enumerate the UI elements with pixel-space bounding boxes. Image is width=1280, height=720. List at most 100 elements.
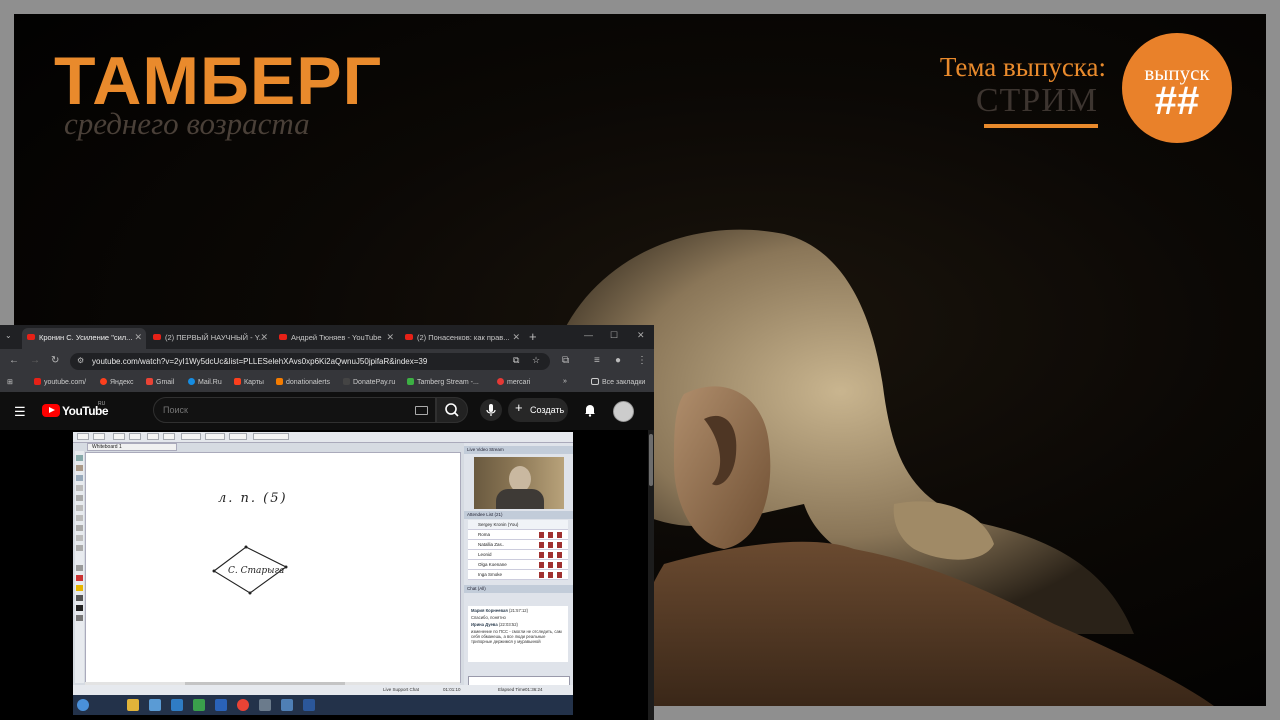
youtube-header: ☰ YouTube RU + Создать <box>0 392 654 430</box>
topic-underline <box>984 124 1098 128</box>
video-taskbar <box>73 695 573 715</box>
tab-4-label: (2) Понасенков: как прав... <box>417 333 510 342</box>
create-button[interactable]: + Создать <box>508 398 568 422</box>
mercari-icon <box>497 378 504 385</box>
taskbar-app-icon <box>237 699 249 711</box>
more-bookmarks-icon[interactable]: » <box>563 378 567 385</box>
profile-icon[interactable]: ● <box>615 355 621 366</box>
topic-label: Тема выпуска: <box>939 52 1106 82</box>
close-window-icon[interactable]: ✕ <box>637 330 645 341</box>
attendees-header: Attendee List (21) <box>464 511 573 519</box>
keyboard-icon[interactable] <box>415 406 428 415</box>
youtube-favicon-icon <box>405 334 413 340</box>
whiteboard-tool-icons <box>76 455 83 621</box>
url-field[interactable]: ⚙ youtube.com/watch?v=2yI1Wy5dcUc&list=P… <box>70 353 550 370</box>
bookmark-star-icon[interactable]: ☆ <box>532 355 540 366</box>
attendee-row: Inga Smoke <box>468 570 568 580</box>
forward-icon[interactable]: → <box>30 355 40 366</box>
account-avatar[interactable] <box>613 401 634 422</box>
search-box[interactable] <box>153 397 436 423</box>
search-input[interactable] <box>163 405 403 415</box>
video-side-panel: Live Video Stream Attendee List (21) Ser… <box>464 443 573 693</box>
media-icon[interactable]: ≡ <box>594 355 600 366</box>
taskbar-app-icon <box>281 699 293 711</box>
taskbar-app-icon <box>149 699 161 711</box>
plus-icon: + <box>515 400 523 415</box>
attendee-row: Sergey Kronin (You) <box>468 520 568 530</box>
youtube-logo-icon[interactable] <box>42 404 60 417</box>
bookmark-mercari[interactable]: mercari <box>497 378 530 386</box>
bookmark-maps[interactable]: Карты <box>234 378 264 386</box>
donationalerts-icon <box>276 378 283 385</box>
close-tab-icon[interactable]: ✕ <box>134 332 142 343</box>
youtube-icon <box>34 378 41 385</box>
tab-search-icon[interactable]: ⌄ <box>5 331 12 340</box>
new-tab-icon[interactable]: + <box>529 329 537 344</box>
taskbar-app-icon <box>193 699 205 711</box>
start-icon <box>77 699 89 711</box>
tab-3-label: Андрей Тюняев - YouTube <box>291 333 382 342</box>
video-toolbar-button <box>93 433 105 440</box>
tab-4[interactable]: (2) Понасенков: как прав... ✕ <box>400 328 524 349</box>
video-toolbar-button <box>113 433 125 440</box>
elapsed-1: 01:01:10 <box>443 687 461 692</box>
video-player[interactable]: Whiteboard 1 л. п. (5) С. Старыга Live V… <box>0 430 648 720</box>
microphone-icon <box>486 404 496 416</box>
elapsed-time-value: 01:36:24 <box>525 687 543 692</box>
video-toolbar-button <box>229 433 247 440</box>
scrollbar-thumb[interactable] <box>649 434 653 486</box>
maps-icon <box>234 378 241 385</box>
bookmark-donatepay[interactable]: DonatePay.ru <box>343 378 395 386</box>
taskbar-app-icon <box>215 699 227 711</box>
bookmark-mailru[interactable]: Mail.Ru <box>188 378 222 386</box>
back-icon[interactable]: ← <box>9 355 19 366</box>
reload-icon[interactable]: ↻ <box>51 355 59 366</box>
menu-icon[interactable]: ☰ <box>14 404 26 420</box>
bookmark-gmail[interactable]: Gmail <box>146 378 174 386</box>
maximize-icon[interactable]: ☐ <box>610 330 618 341</box>
episode-number: ## <box>1154 79 1200 123</box>
url-text: youtube.com/watch?v=2yI1Wy5dcUc&list=PLL… <box>92 357 428 366</box>
region-label: RU <box>98 401 106 407</box>
extensions-icon[interactable]: ⧉ <box>562 355 569 366</box>
whiteboard-tab: Whiteboard 1 <box>87 443 177 451</box>
all-bookmarks[interactable]: Все закладки <box>591 378 645 386</box>
browser-menu-icon[interactable]: ⋮ <box>637 355 647 366</box>
youtube-favicon-icon <box>27 334 35 340</box>
close-tab-icon[interactable]: ✕ <box>386 332 394 343</box>
video-toolbar-button <box>181 433 201 440</box>
bookmark-donationalerts[interactable]: donationalerts <box>276 378 330 386</box>
whiteboard-handwriting-1: л. п. (5) <box>218 491 288 506</box>
topic-value: СТРИМ <box>975 82 1098 119</box>
attendee-row: Leonid <box>468 550 568 560</box>
tab-3[interactable]: Андрей Тюняев - YouTube ✕ <box>274 328 398 349</box>
close-tab-icon[interactable]: ✕ <box>260 332 268 343</box>
search-button[interactable] <box>436 397 468 423</box>
install-app-icon[interactable]: ⧉ <box>513 355 519 366</box>
bookmark-yandex[interactable]: Яндекс <box>100 378 134 386</box>
webcam-view <box>474 457 564 509</box>
bookmark-youtube[interactable]: youtube.com/ <box>34 378 86 386</box>
tab-2-label: (2) ПЕРВЫЙ НАУЧНЫЙ - Y... <box>165 333 266 342</box>
whiteboard-handwriting-2: С. Старыга <box>228 566 285 576</box>
minimize-icon[interactable]: — <box>584 330 593 340</box>
bookmark-tamberg-stream[interactable]: Tamberg Stream -... <box>407 378 479 386</box>
attendee-row: Natallia Zas.. <box>468 540 568 550</box>
tab-strip: ⌄ Кронин С. Усиление "сил... ✕ (2) ПЕРВЫ… <box>0 325 654 349</box>
donatepay-icon <box>343 378 350 385</box>
create-label: Создать <box>530 405 565 415</box>
tab-1[interactable]: Кронин С. Усиление "сил... ✕ <box>22 328 146 349</box>
voice-search-button[interactable] <box>480 399 502 421</box>
site-info-icon[interactable]: ⚙ <box>77 356 84 365</box>
apps-icon[interactable]: ⊞ <box>7 378 13 386</box>
notifications-bell-icon[interactable] <box>582 402 598 418</box>
video-app-toolbar <box>73 432 573 443</box>
taskbar-app-icon <box>127 699 139 711</box>
tab-2[interactable]: (2) ПЕРВЫЙ НАУЧНЫЙ - Y... ✕ <box>148 328 272 349</box>
youtube-favicon-icon <box>279 334 287 340</box>
page-scrollbar[interactable] <box>648 430 654 720</box>
browser-window: ⌄ Кронин С. Усиление "сил... ✕ (2) ПЕРВЫ… <box>0 325 654 720</box>
video-toolbar-button <box>205 433 225 440</box>
close-tab-icon[interactable]: ✕ <box>512 332 520 343</box>
bookmarks-bar: ⊞ youtube.com/ Яндекс Gmail Mail.Ru Карт… <box>0 374 654 392</box>
